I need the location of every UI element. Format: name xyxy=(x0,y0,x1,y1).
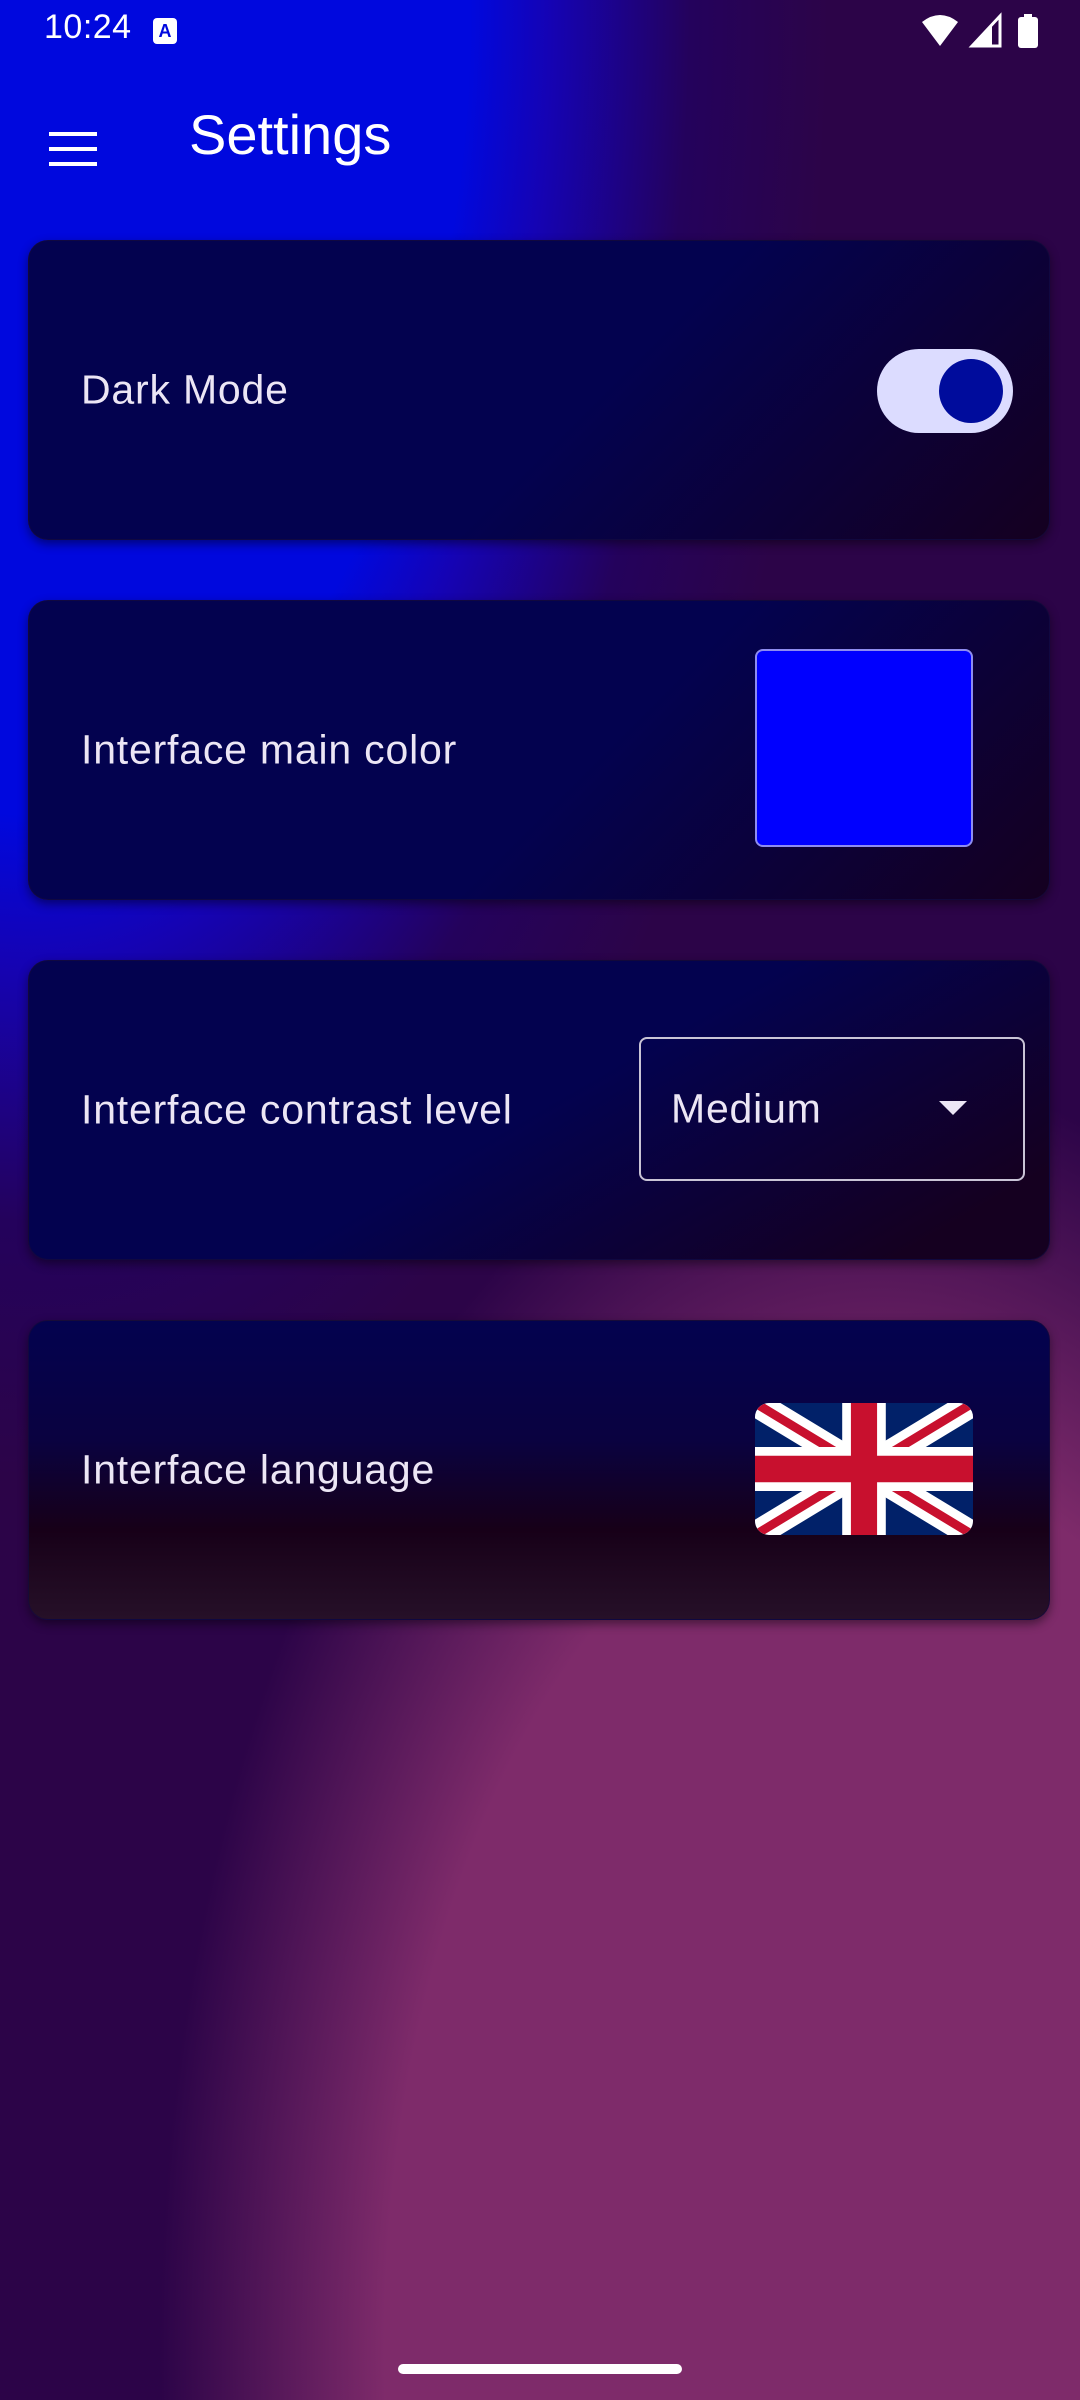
dropdown-arrow-icon xyxy=(939,1101,967,1115)
dark-mode-label: Dark Mode xyxy=(81,366,289,413)
status-time: 10:24 xyxy=(44,8,132,46)
dark-mode-card: Dark Mode xyxy=(28,240,1050,540)
accessibility-notification-icon: A xyxy=(153,18,177,44)
language-card: Interface language xyxy=(28,1320,1050,1620)
language-flag-button[interactable] xyxy=(755,1403,973,1535)
language-label: Interface language xyxy=(81,1446,436,1493)
color-swatch-button[interactable] xyxy=(755,649,973,847)
status-bar: 10:24 A xyxy=(0,0,1080,64)
uk-flag-icon xyxy=(755,1403,973,1535)
app-bar: Settings xyxy=(0,64,1080,208)
dark-mode-toggle[interactable] xyxy=(877,349,1013,433)
page-title: Settings xyxy=(189,103,392,166)
contrast-card: Interface contrast level Medium xyxy=(28,960,1050,1260)
battery-icon xyxy=(1018,14,1038,48)
hamburger-menu-icon xyxy=(49,132,97,166)
contrast-dropdown[interactable]: Medium xyxy=(639,1037,1025,1181)
toggle-thumb xyxy=(939,359,1003,423)
wifi-icon xyxy=(922,15,958,46)
menu-button[interactable] xyxy=(28,104,118,194)
main-color-label: Interface main color xyxy=(81,726,458,773)
status-icons xyxy=(922,12,1038,48)
gesture-navigation-bar[interactable] xyxy=(398,2364,682,2374)
main-color-card: Interface main color xyxy=(28,600,1050,900)
contrast-dropdown-value: Medium xyxy=(671,1085,822,1132)
contrast-label: Interface contrast level xyxy=(81,1086,513,1133)
cellular-signal-icon xyxy=(968,12,1002,48)
